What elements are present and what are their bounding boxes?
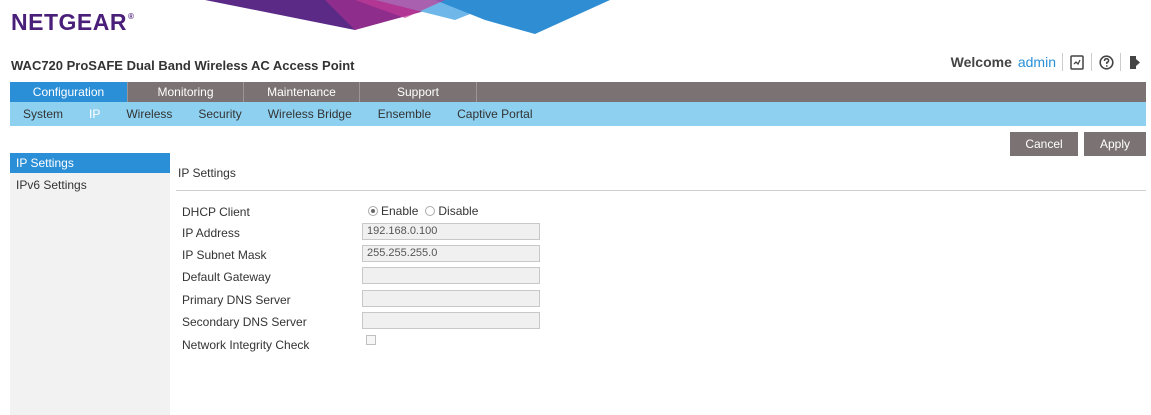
secondary-dns-field[interactable] (362, 312, 540, 329)
default-gateway-field[interactable] (362, 267, 540, 284)
netgear-logo: NETGEAR® (11, 9, 135, 35)
product-title: WAC720 ProSAFE Dual Band Wireless AC Acc… (11, 58, 355, 73)
subnav-item-wireless[interactable]: Wireless (113, 102, 185, 126)
log-icon[interactable] (1069, 54, 1085, 70)
ip-address-field[interactable]: 192.168.0.100 (362, 223, 540, 240)
username-link[interactable]: admin (1018, 54, 1056, 70)
header-banner-graphic (205, 0, 610, 34)
section-divider (176, 190, 1146, 191)
subnet-mask-field[interactable]: 255.255.255.0 (362, 245, 540, 262)
cancel-button[interactable]: Cancel (1010, 132, 1078, 156)
ip-address-label: IP Address (182, 226, 240, 240)
subnet-mask-row: IP Subnet Mask 255.255.255.0 (182, 245, 782, 265)
tab-monitoring[interactable]: Monitoring (128, 82, 244, 102)
user-bar: Welcome admin (951, 53, 1143, 71)
subnav-item-captive-portal[interactable]: Captive Portal (444, 102, 545, 126)
tab-maintenance[interactable]: Maintenance (244, 82, 360, 102)
sidebar-item-ip-settings[interactable]: IP Settings (10, 153, 170, 173)
dhcp-radio-group: Enable Disable (368, 204, 478, 218)
subnet-mask-label: IP Subnet Mask (182, 248, 267, 262)
subnav-item-security[interactable]: Security (185, 102, 254, 126)
sidebar: IP Settings IPv6 Settings (10, 153, 170, 415)
main-nav: Configuration Monitoring Maintenance Sup… (10, 82, 1146, 102)
dhcp-client-label: DHCP Client (182, 205, 250, 219)
default-gateway-row: Default Gateway (182, 267, 782, 287)
primary-dns-label: Primary DNS Server (182, 293, 291, 307)
subnav-item-ip[interactable]: IP (76, 102, 113, 126)
dhcp-disable-radio[interactable] (425, 206, 436, 216)
divider (1062, 53, 1063, 71)
primary-dns-field[interactable] (362, 290, 540, 307)
subnav-item-ensemble[interactable]: Ensemble (365, 102, 444, 126)
divider (1091, 53, 1092, 71)
dhcp-disable-label: Disable (438, 204, 479, 218)
primary-dns-row: Primary DNS Server (182, 290, 782, 310)
dhcp-enable-radio[interactable] (368, 206, 378, 216)
dhcp-client-row: DHCP Client Enable Disable (182, 202, 782, 222)
subnav-item-system[interactable]: System (10, 102, 76, 126)
help-icon[interactable] (1098, 54, 1114, 70)
sidebar-item-ipv6-settings[interactable]: IPv6 Settings (10, 175, 170, 195)
secondary-dns-row: Secondary DNS Server (182, 312, 782, 332)
divider (1120, 53, 1121, 71)
welcome-label: Welcome (950, 54, 1012, 70)
tab-configuration[interactable]: Configuration (10, 82, 128, 102)
integrity-check-checkbox[interactable] (366, 335, 376, 345)
sub-nav: System IP Wireless Security Wireless Bri… (10, 102, 1146, 126)
tab-support[interactable]: Support (360, 82, 477, 102)
apply-button[interactable]: Apply (1084, 132, 1146, 156)
logout-icon[interactable] (1127, 54, 1143, 70)
integrity-check-row: Network Integrity Check (182, 335, 782, 355)
subnav-item-wireless-bridge[interactable]: Wireless Bridge (255, 102, 365, 126)
secondary-dns-label: Secondary DNS Server (182, 315, 307, 329)
dhcp-enable-label: Enable (381, 204, 419, 218)
section-title: IP Settings (178, 166, 236, 180)
ip-address-row: IP Address 192.168.0.100 (182, 223, 782, 243)
default-gateway-label: Default Gateway (182, 270, 271, 284)
integrity-check-label: Network Integrity Check (182, 338, 310, 352)
